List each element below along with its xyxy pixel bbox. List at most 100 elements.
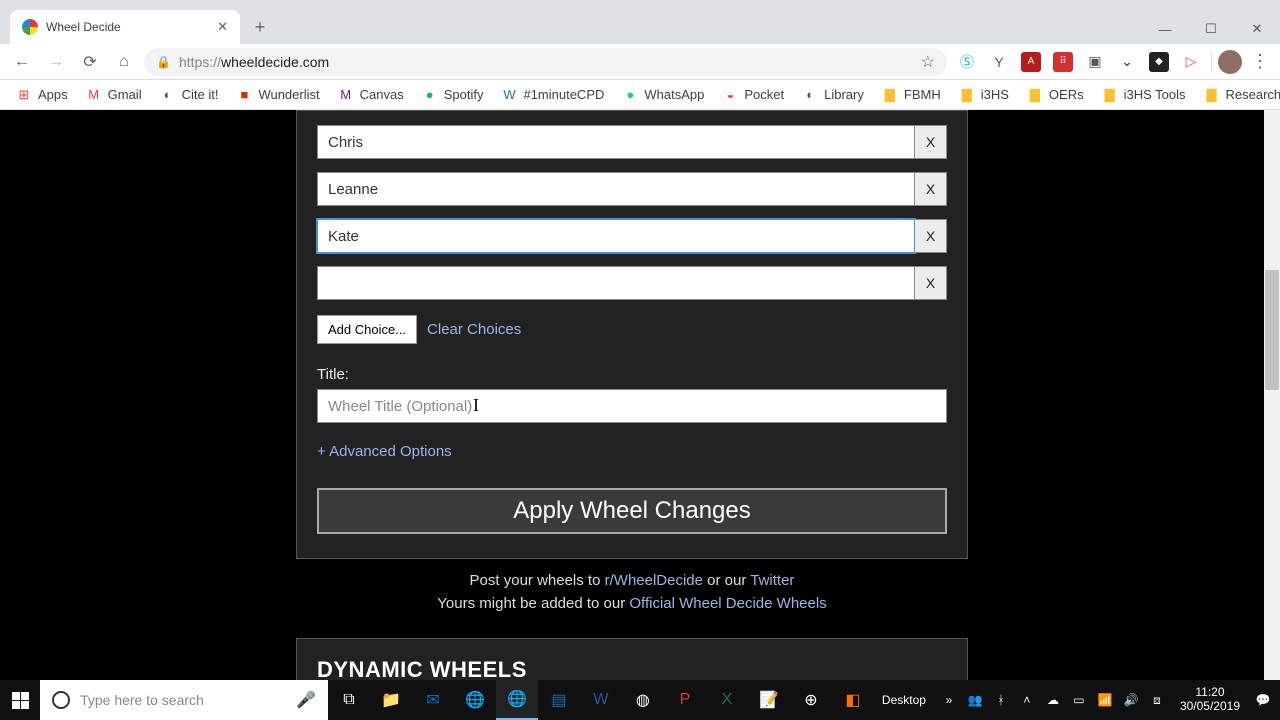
profile-avatar[interactable]: [1218, 50, 1242, 74]
notepad-icon[interactable]: 📝: [748, 680, 790, 720]
tab-title: Wheel Decide: [46, 20, 209, 34]
word-icon[interactable]: W: [580, 680, 622, 720]
remove-choice-button[interactable]: X: [915, 266, 947, 300]
choice-input[interactable]: [317, 219, 915, 253]
bookmark-item[interactable]: ▇i3HS Tools: [1096, 87, 1192, 103]
remove-choice-button[interactable]: X: [915, 219, 947, 253]
bookmark-item[interactable]: ◐Cite it!: [154, 87, 225, 103]
window-controls: — ☐ ✕: [1142, 14, 1280, 44]
camtasia-icon[interactable]: ◧: [832, 680, 874, 720]
bookmark-item[interactable]: ▇OERs: [1021, 87, 1090, 103]
scrollbar-thumb[interactable]: [1265, 270, 1279, 390]
mic-icon[interactable]: 🎤: [296, 690, 316, 710]
webex-icon[interactable]: ⊕: [790, 680, 832, 720]
start-button[interactable]: [0, 680, 40, 720]
choice-input[interactable]: [317, 266, 915, 300]
chrome-menu-button[interactable]: ⋮: [1248, 51, 1272, 72]
browser-tab[interactable]: Wheel Decide ✕: [10, 10, 240, 44]
bookmark-item[interactable]: ■Wunderlist: [230, 87, 325, 103]
choice-input[interactable]: [317, 172, 915, 206]
outlook-icon[interactable]: ✉: [412, 680, 454, 720]
taskbar-search[interactable]: Type here to search 🎤: [40, 680, 328, 720]
file-explorer-icon[interactable]: 📁: [370, 680, 412, 720]
dynamic-wheels-heading: DYNAMIC WHEELS: [317, 657, 947, 680]
volume-icon[interactable]: 🔊: [1120, 693, 1142, 707]
add-choice-button[interactable]: Add Choice...: [317, 315, 417, 344]
ext-pdf-icon[interactable]: A: [1021, 52, 1041, 72]
ext-wayback-icon[interactable]: ▣: [1085, 52, 1105, 72]
task-view-icon[interactable]: ⧉: [328, 680, 370, 720]
bookmark-star-icon[interactable]: ☆: [921, 52, 935, 72]
address-bar[interactable]: 🔒 https://wheeldecide.com ☆: [144, 48, 947, 76]
chrome-icon[interactable]: 🌐: [454, 680, 496, 720]
onedrive-icon[interactable]: ☁: [1042, 693, 1064, 707]
reddit-link[interactable]: r/WheelDecide: [605, 572, 703, 589]
choice-input[interactable]: [317, 125, 915, 159]
tab-close-icon[interactable]: ✕: [217, 19, 228, 35]
bookmark-item[interactable]: MGmail: [80, 87, 148, 103]
ext-pocket-icon[interactable]: ⌄: [1117, 52, 1137, 72]
ext-skype-icon[interactable]: Ⓢ: [957, 52, 977, 72]
home-button[interactable]: ⌂: [110, 48, 138, 76]
powerpoint-icon[interactable]: P: [664, 680, 706, 720]
close-window-button[interactable]: ✕: [1234, 14, 1280, 44]
bookmark-label: Canvas: [360, 87, 404, 102]
taskbar-clock[interactable]: 11:20 30/05/2019: [1172, 686, 1248, 714]
bookmark-item[interactable]: ◐Library: [796, 87, 870, 103]
choice-row: X: [317, 219, 947, 253]
people-icon[interactable]: 👥: [964, 693, 986, 707]
bookmark-item[interactable]: ▇i3HS: [953, 87, 1015, 103]
choices-card: XXXXAdd Choice...Clear ChoicesTitle:I+ A…: [296, 110, 968, 559]
bookmark-label: Research: [1225, 87, 1280, 102]
back-button[interactable]: ←: [8, 48, 36, 76]
reload-button[interactable]: ⟳: [76, 48, 104, 76]
notifications-icon[interactable]: 💬: [1252, 693, 1274, 707]
ext-privacy-icon[interactable]: ◆: [1149, 52, 1169, 72]
advanced-options-link[interactable]: + Advanced Options: [317, 443, 947, 460]
tray-overflow-icon[interactable]: »: [938, 693, 960, 707]
bookmark-icon: ▇: [1203, 87, 1219, 103]
bluetooth-icon[interactable]: ᚼ: [990, 693, 1012, 707]
battery-icon[interactable]: ▭: [1068, 693, 1090, 707]
wifi-icon[interactable]: 📶: [1094, 693, 1116, 707]
apply-changes-button[interactable]: Apply Wheel Changes: [317, 488, 947, 534]
browser-titlebar: Wheel Decide ✕ + — ☐ ✕: [0, 0, 1280, 44]
official-wheels-link[interactable]: Official Wheel Decide Wheels: [629, 595, 826, 612]
scrollbar[interactable]: [1264, 110, 1280, 680]
bookmark-item[interactable]: ◒Pocket: [716, 87, 790, 103]
bookmark-item[interactable]: MCanvas: [332, 87, 410, 103]
title-input[interactable]: [317, 389, 947, 423]
choice-controls: Add Choice... Clear Choices: [317, 315, 947, 344]
ext-mendeley-icon[interactable]: ⠿: [1053, 52, 1073, 72]
bookmark-label: i3HS: [981, 87, 1009, 102]
ext-screencast-icon[interactable]: ▷: [1181, 52, 1201, 72]
dropbox-icon[interactable]: ⧈: [1146, 693, 1168, 708]
show-desktop-label[interactable]: Desktop: [874, 693, 934, 707]
title-label: Title:: [317, 366, 947, 383]
forward-button[interactable]: →: [42, 48, 70, 76]
bookmark-item[interactable]: ▇FBMH: [876, 87, 947, 103]
minimize-button[interactable]: —: [1142, 14, 1188, 44]
windows-taskbar: Type here to search 🎤 ⧉ 📁 ✉ 🌐 🌐 ▤ W ◍ P …: [0, 680, 1280, 720]
bookmark-item[interactable]: ●WhatsApp: [616, 87, 710, 103]
maximize-button[interactable]: ☐: [1188, 14, 1234, 44]
excel-icon[interactable]: X: [706, 680, 748, 720]
remove-choice-button[interactable]: X: [915, 125, 947, 159]
extension-icons: Ⓢ Y A ⠿ ▣ ⌄ ◆ ▷: [953, 52, 1205, 72]
bookmark-item[interactable]: ●Spotify: [416, 87, 490, 103]
clear-choices-link[interactable]: Clear Choices: [427, 321, 521, 338]
twitter-link[interactable]: Twitter: [750, 572, 794, 589]
bookmark-item[interactable]: ▇ Research: [1197, 87, 1280, 103]
tray-up-icon[interactable]: ˄: [1016, 693, 1038, 707]
trello-icon[interactable]: ▤: [538, 680, 580, 720]
remove-choice-button[interactable]: X: [915, 172, 947, 206]
obs-icon[interactable]: ◍: [622, 680, 664, 720]
chrome-active-icon[interactable]: 🌐: [496, 680, 538, 720]
bookmark-label: Cite it!: [182, 87, 219, 102]
ext-yoroi-icon[interactable]: Y: [989, 52, 1009, 72]
bookmark-item[interactable]: ⊞Apps: [10, 87, 74, 103]
new-tab-button[interactable]: +: [246, 13, 274, 41]
bookmark-item[interactable]: W#1minuteCPD: [495, 87, 610, 103]
page-viewport: XXXXAdd Choice...Clear ChoicesTitle:I+ A…: [0, 110, 1280, 680]
bookmark-label: Gmail: [108, 87, 142, 102]
